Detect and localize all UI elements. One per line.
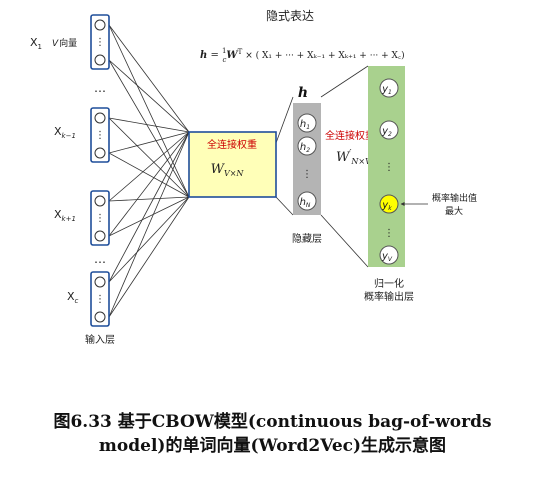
hidden-to-output-lines [320, 65, 369, 268]
input-connection [108, 59, 190, 198]
input-vector-xk+1: ⋮ [90, 190, 110, 246]
input-connection [108, 59, 190, 133]
figure-caption-line1: 图6.33 基于CBOW模型(continuous bag-of-words [53, 412, 492, 432]
output-node-y1: y1 [379, 78, 399, 98]
input-connection [108, 131, 190, 283]
output-node-y2: y2 [379, 120, 399, 140]
cbow-diagram: ⋮ ⋮ ⋮ ⋮ … … X1 Xk−1 Xk+1 Xc V向量 输入层 全连接权… [30, 9, 477, 346]
input-layer: ⋮ ⋮ ⋮ ⋮ … … X1 Xk−1 Xk+1 Xc V向量 输入层 [30, 14, 115, 346]
hidden-node-hn: hN [297, 191, 317, 211]
input-connection [108, 196, 190, 283]
input-unit [94, 276, 106, 288]
output-layer-caption-line1: 归一化 [374, 277, 404, 290]
weight-matrix-in: 全连接权重 WV×N [188, 131, 277, 198]
input-vector-x1: ⋮ [90, 14, 110, 70]
input-connection [108, 131, 190, 237]
output-node-yk: yk [379, 194, 399, 214]
hidden-layer: h h1 h2 ⋮ hN 隐藏层 [292, 85, 322, 245]
hidden-formula: 隐式表达 h = 1 cWT × ( X₁ + ··· + Xₖ₋₁ + Xₖ₊₁… [200, 9, 405, 64]
input-label-xc: Xc [67, 290, 79, 305]
hidden-node-h1: h1 [297, 113, 317, 133]
input-connection [108, 24, 190, 198]
weight-out-fc-label: 全连接权重 [325, 129, 375, 142]
hidden-node-h2: h2 [297, 136, 317, 156]
input-ellipsis: … [94, 252, 106, 266]
matrix-to-hidden-lines [275, 96, 294, 216]
max-probability-note-line2: 最大 [445, 205, 463, 217]
input-connection [108, 196, 190, 318]
input-label-x1: X1 [30, 36, 42, 51]
output-vdots: ⋮ [384, 162, 394, 173]
hidden-layer-title: h [298, 85, 308, 101]
input-unit [94, 19, 106, 31]
vector-dimension-note: V向量 [52, 37, 77, 49]
max-probability-note-line1: 概率输出值 [432, 192, 477, 204]
figure-caption: 图6.33 基于CBOW模型(continuous bag-of-words m… [0, 410, 545, 458]
input-unit [94, 112, 106, 124]
vector-vdots: ⋮ [95, 294, 105, 305]
input-ellipsis: … [94, 81, 106, 95]
input-connection [108, 196, 190, 237]
weight-in-fc-label: 全连接权重 [207, 138, 257, 151]
vector-vdots: ⋮ [95, 130, 105, 141]
hidden-layer-caption: 隐藏层 [292, 233, 322, 245]
output-vdots: ⋮ [384, 228, 394, 239]
input-unit [94, 147, 106, 159]
figure-caption-line2: model)的单词向量(Word2Vec)生成示意图 [98, 436, 447, 456]
input-connection [108, 24, 190, 133]
formula-expression: h = 1 cWT × ( X₁ + ··· + Xₖ₋₁ + Xₖ₊₁ + ··… [200, 47, 405, 64]
input-label-xk+1: Xk+1 [54, 208, 76, 223]
input-connection [108, 196, 190, 202]
output-layer-caption-line2: 概率输出层 [364, 290, 414, 303]
vector-vdots: ⋮ [95, 213, 105, 224]
weight-matrix-out: 全连接权重 W′N×V [325, 129, 375, 166]
hidden-vdots: ⋮ [302, 169, 312, 180]
input-layer-title: 输入层 [85, 333, 115, 346]
input-vector-xc: ⋮ [90, 271, 110, 327]
input-unit [94, 230, 106, 242]
output-node-yv: yV [379, 245, 399, 265]
output-layer: y1 y2 ⋮ yk ⋮ yV 概率输出值 最大 归一化 概率输出层 [364, 66, 477, 303]
input-unit [94, 311, 106, 323]
vector-vdots: ⋮ [95, 37, 105, 48]
weight-out-symbol: W′N×V [336, 149, 372, 166]
input-unit [94, 54, 106, 66]
input-connection-lines [108, 24, 190, 318]
input-label-xk-1: Xk−1 [54, 125, 76, 140]
formula-title: 隐式表达 [266, 9, 314, 23]
input-unit [94, 195, 106, 207]
input-vector-xk-1: ⋮ [90, 107, 110, 163]
